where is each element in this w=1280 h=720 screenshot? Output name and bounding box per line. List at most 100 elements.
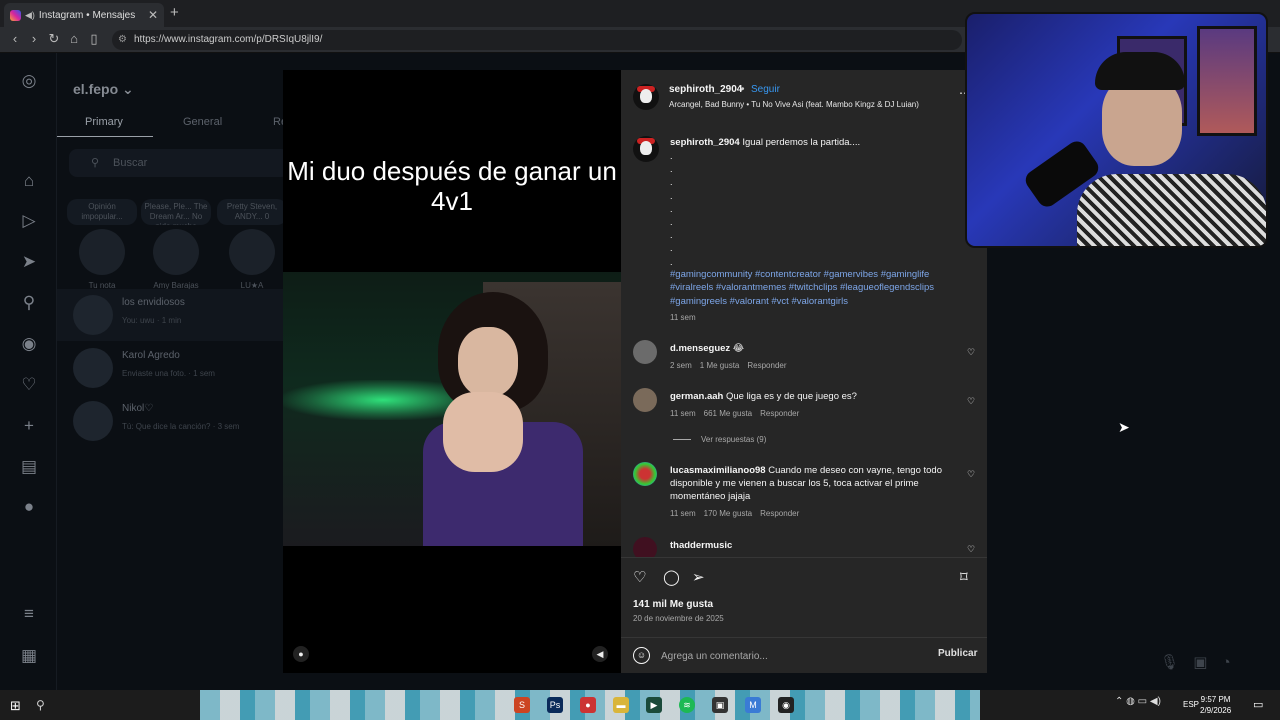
note-item[interactable]: Pretty Steven, ANDY... 0 LU★A: [217, 199, 287, 290]
comment-icon[interactable]: ◯: [663, 568, 680, 586]
search-nav-icon[interactable]: ⚲: [19, 293, 39, 313]
new-tab-icon[interactable]: +: [170, 4, 179, 21]
avatar[interactable]: [633, 388, 657, 412]
like-comment-icon[interactable]: ♡: [967, 396, 975, 407]
publish-button[interactable]: Publicar: [938, 648, 977, 659]
conversation-item[interactable]: Nikol♡ Tú: Que dice la canción? · 3 sem: [57, 395, 285, 447]
search-icon: ⚲: [91, 157, 100, 169]
tab-general[interactable]: General: [183, 116, 222, 128]
notification-icon[interactable]: ▭: [1253, 698, 1263, 711]
share-icon[interactable]: ➢: [692, 568, 705, 586]
note-item[interactable]: Please, Ple... The Dream Ar... No pido m…: [141, 199, 211, 290]
like-comment-icon[interactable]: ♡: [967, 544, 975, 555]
player-hands: [443, 392, 523, 472]
back-icon[interactable]: ‹: [6, 31, 24, 46]
sound-toggle-icon[interactable]: ◀: [592, 646, 608, 662]
comment-input[interactable]: [661, 646, 921, 666]
caption-hashtags[interactable]: #gamingcommunity #contentcreator #gamerv…: [670, 268, 970, 308]
browser-icon[interactable]: ●: [580, 697, 596, 713]
forward-icon[interactable]: ›: [25, 31, 43, 46]
reels-nav-icon[interactable]: ▷: [19, 211, 39, 231]
reply-button[interactable]: Responder: [760, 509, 799, 518]
sticker-icon[interactable]: ◔: [1222, 654, 1231, 671]
like-icon[interactable]: ♡: [633, 568, 646, 586]
app-icon[interactable]: M: [745, 697, 761, 713]
reply-button[interactable]: Responder: [760, 409, 799, 418]
dm-search-input[interactable]: ⚲ Buscar: [69, 149, 289, 177]
url-bar[interactable]: ⚙ https://www.instagram.com/p/DRSIqU8jlI…: [112, 30, 962, 50]
likes-count[interactable]: 141 mil Me gusta: [633, 599, 713, 610]
system-tray-icons[interactable]: ⌃ ◍ ▭ ◀): [1115, 696, 1161, 707]
comment-text: thaddermusic: [670, 540, 733, 551]
like-comment-icon[interactable]: ♡: [967, 347, 975, 358]
follow-button[interactable]: Seguir: [751, 84, 780, 95]
close-tab-icon[interactable]: ✕: [148, 8, 158, 22]
home-icon[interactable]: ⌂: [65, 31, 83, 46]
speaker-icon[interactable]: ◀): [25, 10, 35, 21]
taskbar: ⊞ ⚲ S Ps ● ▬ ▶ ≋ ▣ M ◉ ⌃ ◍ ▭ ◀) ESP 9:57…: [0, 690, 1280, 720]
emoji-icon[interactable]: ☺: [633, 647, 650, 664]
avatar: [79, 229, 125, 275]
obs-icon[interactable]: ◉: [778, 697, 794, 713]
avatar: [73, 348, 113, 388]
create-nav-icon[interactable]: +: [19, 416, 39, 436]
reload-icon[interactable]: ↻: [45, 31, 63, 47]
like-comment-icon[interactable]: ♡: [967, 469, 975, 480]
avatar[interactable]: [633, 340, 657, 364]
post-media[interactable]: Mi duo después de ganar un 4v1 ● ◀: [283, 70, 621, 673]
tagged-user-icon[interactable]: ●: [293, 646, 309, 662]
caption-dots: .........: [670, 151, 673, 267]
site-info-icon[interactable]: ⚙: [118, 30, 127, 50]
app-icon[interactable]: ▶: [646, 697, 662, 713]
author-username[interactable]: sephiroth_2904: [669, 84, 742, 95]
dm-username[interactable]: el.fepo ⌄: [73, 81, 134, 98]
view-replies-button[interactable]: Ver respuestas (9): [673, 435, 766, 444]
profile-nav-icon[interactable]: ●: [19, 497, 39, 517]
video-frame: [283, 272, 621, 546]
photoshop-icon[interactable]: Ps: [547, 697, 563, 713]
image-icon[interactable]: ▣: [1193, 654, 1207, 671]
streamer-cap: [1095, 52, 1185, 90]
comment-text: lucasmaximilianoo98 Cuando me deseo con …: [670, 465, 942, 502]
author-avatar[interactable]: [633, 136, 659, 162]
avatar[interactable]: [633, 462, 657, 486]
folder-icon[interactable]: ▬: [613, 697, 629, 713]
more-menu-icon[interactable]: ≡: [19, 604, 39, 624]
avatar: [73, 295, 113, 335]
tab-primary[interactable]: Primary: [85, 116, 123, 128]
video-overlay-text: Mi duo después de ganar un 4v1: [287, 156, 617, 216]
apps-icon[interactable]: ▦: [19, 646, 39, 666]
language-indicator[interactable]: ESP: [1183, 700, 1199, 709]
dashboard-nav-icon[interactable]: ▤: [19, 457, 39, 477]
save-icon[interactable]: ⌑: [960, 568, 968, 586]
comment-meta: 11 sem 170 Me gusta Responder: [670, 509, 800, 518]
browser-tab[interactable]: ◀) Instagram • Mensajes ✕: [4, 3, 164, 27]
app-icon[interactable]: ▣: [712, 697, 728, 713]
reply-button[interactable]: Responder: [747, 361, 786, 370]
windows-start-icon[interactable]: ⊞: [10, 698, 21, 714]
app-icon[interactable]: S: [514, 697, 530, 713]
conversation-item[interactable]: Karol Agredo Enviaste una foto. · 1 sem: [57, 342, 285, 394]
messages-nav-icon[interactable]: ➤: [19, 252, 39, 272]
post-date: 20 de noviembre de 2025: [633, 614, 724, 623]
song-info[interactable]: Arcangel, Bad Bunny • Tu No Vive Asi (fe…: [669, 100, 919, 109]
instagram-favicon-icon: [10, 9, 21, 21]
notifications-nav-icon[interactable]: ♡: [19, 375, 39, 395]
clock[interactable]: 9:57 PM 2/9/2026: [1200, 694, 1231, 716]
conversation-item[interactable]: los envidiosos You: uwu · 1 min: [57, 289, 285, 341]
search-icon[interactable]: ⚲: [36, 698, 45, 712]
separator-dot: •: [741, 84, 745, 95]
microphone-icon[interactable]: 🎙: [1160, 654, 1179, 671]
note-item[interactable]: Opinión impopular... Tu nota: [67, 199, 137, 290]
comments-list[interactable]: sephiroth_2904 Igual perdemos la partida…: [621, 126, 987, 557]
author-avatar[interactable]: [633, 84, 659, 110]
post-caption: sephiroth_2904 Igual perdemos la partida…: [670, 137, 861, 148]
bookmark-icon[interactable]: ▯: [85, 31, 103, 47]
avatar: [153, 229, 199, 275]
avatar[interactable]: [633, 537, 657, 557]
home-nav-icon[interactable]: ⌂: [19, 171, 39, 191]
explore-nav-icon[interactable]: ◉: [19, 334, 39, 354]
player-face: [458, 327, 518, 397]
instagram-logo-icon[interactable]: ◎: [19, 71, 39, 91]
spotify-icon[interactable]: ≋: [679, 697, 695, 713]
